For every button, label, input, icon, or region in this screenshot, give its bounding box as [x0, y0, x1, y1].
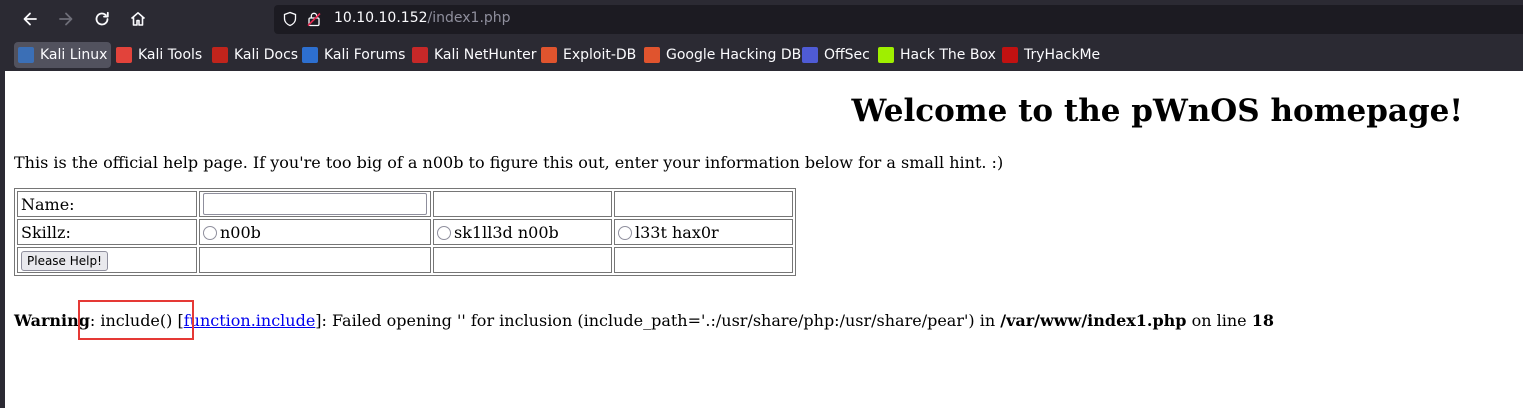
bookmark-label: Kali Docs — [234, 47, 299, 63]
table-row: Please Help! — [17, 247, 793, 273]
bookmark-item[interactable]: Kali Docs — [208, 42, 302, 68]
empty-cell — [433, 191, 612, 217]
help-form-table: Name: Skillz: n00b sk1ll3d n00b l33t hax… — [14, 188, 796, 276]
empty-cell — [433, 247, 612, 273]
skill-option-label: sk1ll3d n00b — [454, 222, 559, 242]
navigation-toolbar: 10.10.10.152/index1.php — [0, 0, 1523, 38]
radio-button[interactable] — [618, 225, 632, 240]
bookmark-favicon-icon — [116, 47, 132, 63]
function-include-link[interactable]: function.include — [184, 311, 316, 330]
shield-icon[interactable] — [282, 11, 298, 27]
radio-button[interactable] — [437, 225, 451, 240]
name-label: Name: — [17, 191, 197, 217]
warning-line: 18 — [1251, 311, 1274, 330]
empty-cell — [614, 247, 793, 273]
empty-cell — [199, 247, 431, 273]
bookmark-label: OffSec — [824, 47, 870, 63]
browser-chrome: 10.10.10.152/index1.php Kali Linux Kali T… — [0, 0, 1523, 71]
bookmark-favicon-icon — [212, 47, 228, 63]
arrow-left-icon — [23, 12, 37, 26]
bookmark-label: Kali Tools — [138, 47, 203, 63]
bookmark-favicon-icon — [412, 47, 428, 63]
skill-label: Skillz: — [17, 219, 197, 245]
table-row: Skillz: n00b sk1ll3d n00b l33t hax0r — [17, 219, 793, 245]
forward-button[interactable] — [54, 7, 78, 31]
warning-text: on line — [1186, 311, 1252, 330]
url-host: 10.10.10.152 — [334, 10, 428, 26]
reload-button[interactable] — [90, 7, 114, 31]
bookmark-favicon-icon — [878, 47, 894, 63]
bookmark-favicon-icon — [802, 47, 818, 63]
arrow-right-icon — [59, 12, 73, 26]
skill-option-n00b[interactable]: n00b — [199, 219, 431, 245]
empty-cell — [614, 191, 793, 217]
bookmark-label: Kali Linux — [40, 47, 108, 63]
submit-cell: Please Help! — [17, 247, 197, 273]
bookmark-label: Kali NetHunter — [434, 47, 537, 63]
bookmark-favicon-icon — [541, 47, 557, 63]
skill-option-skilled[interactable]: sk1ll3d n00b — [433, 219, 612, 245]
warning-text: ]: Failed opening '' for inclusion (incl… — [315, 311, 1001, 330]
warning-file: /var/www/index1.php — [1000, 311, 1187, 330]
page-title: Welcome to the pWnOS homepage! — [851, 93, 1463, 129]
back-button[interactable] — [18, 7, 42, 31]
url-path: /index1.php — [427, 10, 511, 26]
address-bar[interactable]: 10.10.10.152/index1.php — [274, 5, 1523, 34]
home-icon — [130, 12, 146, 26]
bookmarks-toolbar: Kali Linux Kali Tools Kali Docs Kali Forums… — [0, 38, 1523, 71]
bookmark-item[interactable]: Hack The Box — [874, 42, 1000, 68]
lock-insecure-icon[interactable] — [306, 11, 322, 27]
bookmark-label: Kali Forums — [324, 47, 406, 63]
bookmark-item[interactable]: TryHackMe — [998, 42, 1104, 68]
name-input[interactable] — [203, 193, 427, 215]
intro-text: This is the official help page. If you'r… — [14, 153, 1004, 172]
bookmark-favicon-icon — [302, 47, 318, 63]
skill-option-leet[interactable]: l33t hax0r — [614, 219, 793, 245]
php-warning: Warning: include() [function.include]: F… — [14, 311, 1274, 330]
bookmark-favicon-icon — [1002, 47, 1018, 63]
bookmark-item[interactable]: OffSec — [798, 42, 874, 68]
bookmark-item[interactable]: Google Hacking DB — [640, 42, 805, 68]
web-page: Welcome to the pWnOS homepage! This is t… — [0, 71, 1523, 408]
home-button[interactable] — [126, 7, 150, 31]
name-cell — [199, 191, 431, 217]
reload-icon — [95, 11, 109, 26]
bookmark-favicon-icon — [18, 47, 34, 63]
bookmark-label: Hack The Box — [900, 47, 996, 63]
bookmark-favicon-icon — [644, 47, 660, 63]
url-text[interactable]: 10.10.10.152/index1.php — [334, 10, 511, 26]
annotation-highlight-box — [78, 300, 194, 340]
bookmark-label: Exploit-DB — [563, 47, 637, 63]
bookmark-item[interactable]: Exploit-DB — [537, 42, 640, 68]
table-row: Name: — [17, 191, 793, 217]
skill-option-label: n00b — [220, 222, 261, 242]
skill-option-label: l33t hax0r — [635, 222, 719, 242]
bookmark-item[interactable]: Kali Tools — [112, 42, 206, 68]
bookmark-item[interactable]: Kali Linux — [14, 42, 112, 68]
bookmark-item[interactable]: Kali NetHunter — [408, 42, 540, 68]
please-help-button[interactable]: Please Help! — [21, 250, 108, 271]
bookmark-item[interactable]: Kali Forums — [298, 42, 409, 68]
bookmark-label: TryHackMe — [1024, 47, 1101, 63]
bookmark-label: Google Hacking DB — [666, 47, 802, 63]
radio-button[interactable] — [203, 225, 217, 240]
